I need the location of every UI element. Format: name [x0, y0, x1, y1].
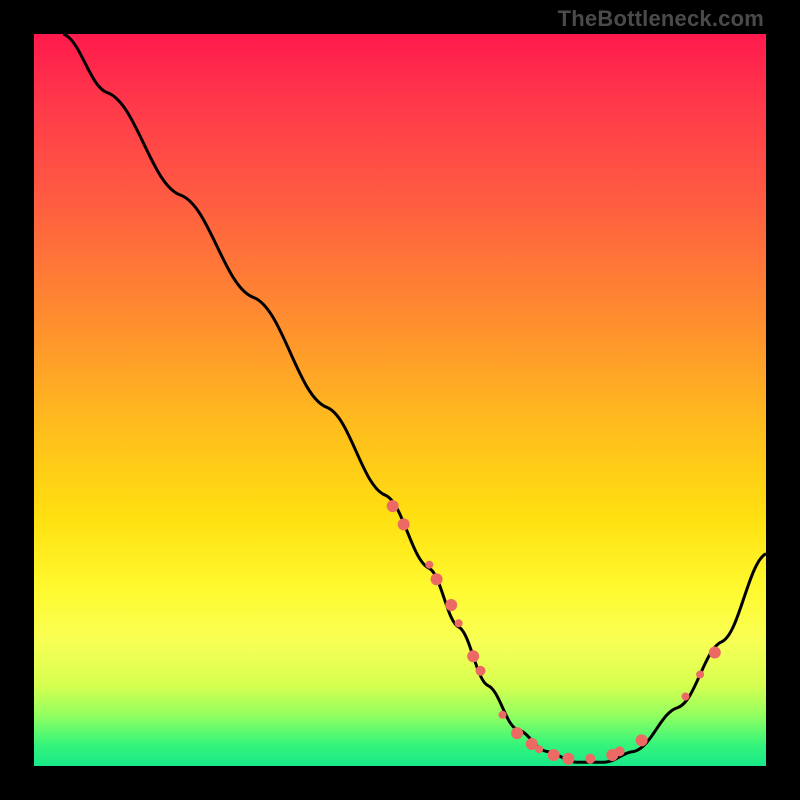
chart-frame: TheBottleneck.com: [0, 0, 800, 800]
data-point: [425, 561, 433, 569]
data-point: [387, 500, 399, 512]
curve-layer: [34, 34, 766, 766]
data-point: [606, 749, 618, 761]
data-point: [511, 727, 523, 739]
bottleneck-curve: [63, 34, 766, 762]
watermark-label: TheBottleneck.com: [558, 6, 764, 32]
data-point: [636, 734, 648, 746]
data-point: [682, 693, 690, 701]
data-point: [476, 666, 486, 676]
data-point: [398, 518, 410, 530]
data-point: [526, 738, 538, 750]
data-point: [709, 647, 721, 659]
data-point: [615, 746, 625, 756]
data-point: [445, 599, 457, 611]
plot-area: [34, 34, 766, 766]
data-point: [562, 753, 574, 765]
data-point: [467, 650, 479, 662]
data-point: [535, 745, 543, 753]
data-point: [455, 619, 463, 627]
data-point: [499, 711, 507, 719]
data-point: [585, 754, 595, 764]
data-point: [431, 573, 443, 585]
data-point: [696, 671, 704, 679]
curve-markers: [387, 500, 721, 765]
data-point: [548, 749, 560, 761]
